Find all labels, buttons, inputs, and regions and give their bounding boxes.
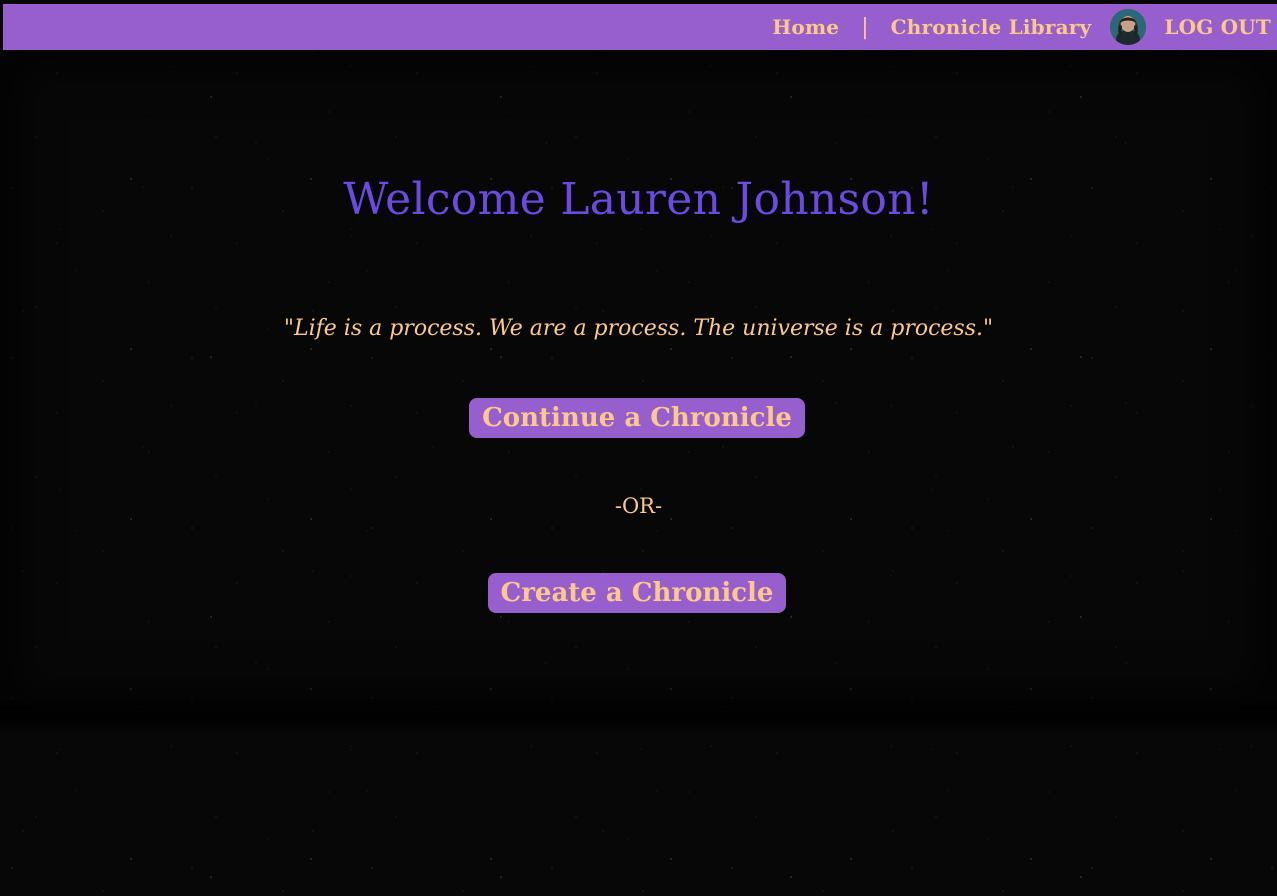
continue-chronicle-button[interactable]: Continue a Chronicle	[469, 398, 805, 438]
nav-separator: |	[861, 14, 869, 40]
or-divider-text: -OR-	[614, 494, 663, 518]
nav-chronicle-library-link[interactable]: Chronicle Library	[891, 15, 1092, 39]
create-chronicle-button[interactable]: Create a Chronicle	[488, 573, 786, 613]
nav-home-link[interactable]: Home	[772, 15, 839, 39]
welcome-heading: Welcome Lauren Johnson!	[343, 174, 934, 225]
logout-link[interactable]: LOG OUT	[1164, 15, 1271, 39]
quote-text: "Life is a process. We are a process. Th…	[283, 316, 994, 341]
background-divider-band	[0, 700, 1277, 732]
avatar-icon	[1110, 9, 1147, 45]
top-navbar: Home | Chronicle Library LOG OUT	[3, 4, 1277, 50]
user-avatar[interactable]	[1110, 9, 1147, 45]
main-content: Welcome Lauren Johnson! "Life is a proce…	[0, 50, 1277, 700]
